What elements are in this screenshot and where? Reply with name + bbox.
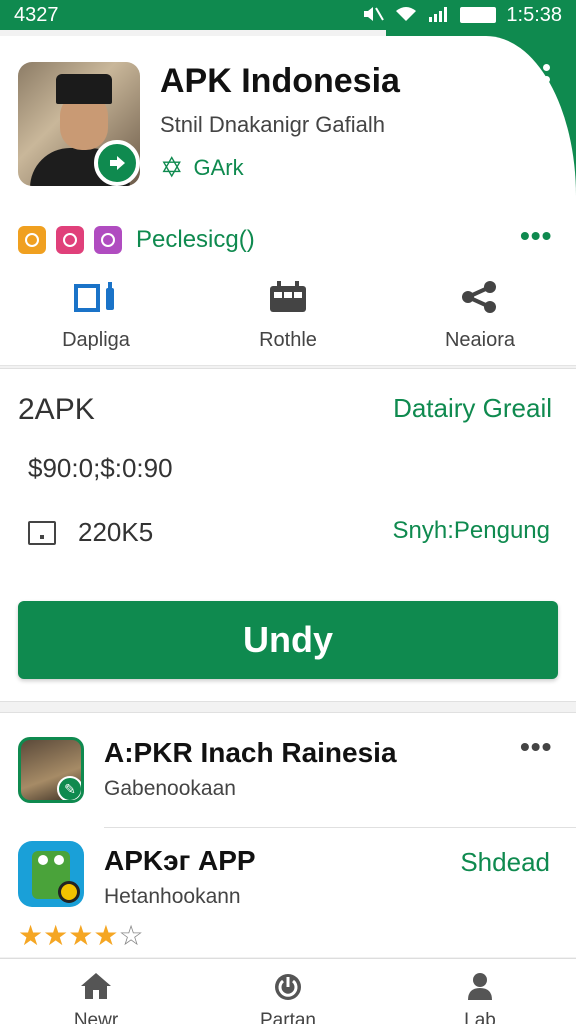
star-icon: ★ [18,920,44,951]
detail-status[interactable]: Snyh:Pengung [393,517,550,545]
action-neaiora[interactable]: Neaiora [400,280,560,352]
nav-item-partan[interactable]: Partan [218,959,358,1024]
nav-label: Partan [260,1010,316,1024]
action-label: Neaiora [444,329,516,351]
star-outline-icon: ☆ [118,920,144,951]
action-label: Rothle [259,329,317,351]
nav-label: Newr [73,1010,119,1024]
star-icon: ★ [93,920,119,951]
calendar-icon [268,280,308,319]
action-row: Dapliga Rothle Neaiora [0,280,576,352]
list-item-subtitle: Gabenookaan [104,777,236,800]
list-item-subtitle: Hetanhookann [104,885,241,908]
social-label[interactable]: Peclesicg() [136,226,255,254]
list-item-action[interactable]: Shdead [460,847,550,878]
action-dapliga[interactable]: Dapliga [16,280,176,352]
home-icon [79,971,113,1006]
edit-icon: ✎ [57,776,81,800]
device-icon [72,280,120,319]
search-icon[interactable] [462,56,502,96]
status-left-text: 4327 [14,3,59,26]
share-icon [460,280,500,319]
social-app-icon[interactable] [18,226,46,254]
size-icon [28,521,56,545]
divider [104,827,576,828]
related-apps-card: ✎ A:PKR Inach Rainesia Gabenookaan ••• A… [0,712,576,957]
developer-badge[interactable]: ✡ GArk [160,154,244,182]
person-icon [465,971,495,1006]
action-label: Dapliga [62,329,130,351]
rating-stars: ★★★★☆ [18,921,144,951]
action-rothle[interactable]: Rothle [208,280,368,352]
wifi-icon [394,5,418,26]
status-time: 1:5:38 [506,3,562,26]
more-options-icon[interactable]: ••• [520,222,552,250]
details-card: 2APK Datairy Greail $90:0;$:0:90 220K5 S… [0,368,576,702]
battery-icon [460,7,497,23]
overflow-menu-icon[interactable] [536,64,556,94]
detail-size: 220K5 [78,517,154,547]
status-bar: 4327 1:5:38 [0,0,576,30]
nav-label: Lab [464,1010,496,1024]
star-icon: ★ [68,920,94,951]
star-icon: ★ [43,920,69,951]
detail-name: 2APK [18,393,95,426]
app-subtitle: Stnil Dnakanigr Gafialh [160,112,386,137]
social-row: Peclesicg() [18,226,255,254]
list-item-more-icon[interactable]: ••• [520,733,552,761]
install-button[interactable]: Undy [18,601,558,679]
list-item-title[interactable]: APKэг APP [104,845,256,877]
app-title: APK Indonesia [160,62,400,100]
robot-app-icon[interactable] [18,841,84,907]
nav-item-lab[interactable]: Lab [410,959,550,1024]
detail-price: $90:0;$:0:90 [28,453,173,483]
badge-label: GArk [193,155,244,180]
power-icon [272,971,304,1006]
list-item-title[interactable]: A:PKR Inach Rainesia [104,737,397,769]
app-thumbnail-icon[interactable]: ✎ [18,737,84,803]
signal-icon [428,6,450,25]
badge-star-icon: ✡ [160,152,184,183]
social-instagram-icon[interactable] [56,226,84,254]
play-badge-icon[interactable] [94,140,140,186]
mute-icon [362,5,385,26]
detail-link[interactable]: Datairy Greail [393,393,552,424]
bottom-nav: Newr Partan Lab [0,958,576,1024]
nav-item-home[interactable]: Newr [26,959,166,1024]
social-instagram-alt-icon[interactable] [94,226,122,254]
